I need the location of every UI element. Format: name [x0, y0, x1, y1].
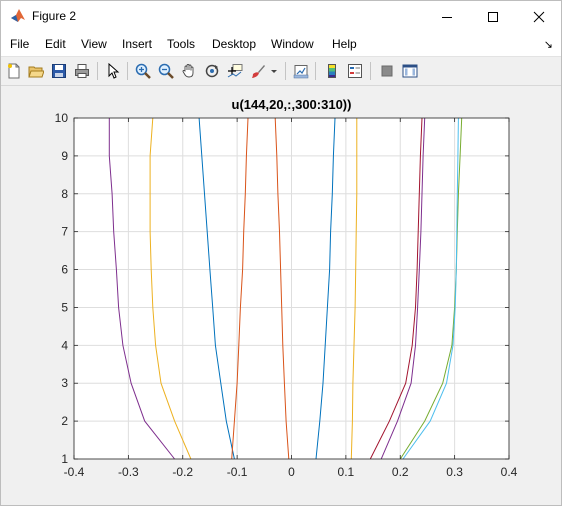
- y-tick-label: 9: [61, 149, 68, 163]
- figure-canvas[interactable]: -0.4 -0.3 -0.2 -0.1 0 0.1 0.2 0.3 0.4 1 2 3 4 5 6 7 8 9 10…: [1, 1, 561, 505]
- y-tick-label: 8: [61, 187, 68, 201]
- x-tick-label: -0.2: [172, 465, 193, 479]
- figure-window: Figure 2 File Edit View Insert Tools Des…: [0, 0, 562, 506]
- y-tick-label: 2: [61, 414, 68, 428]
- y-tick-label: 10: [55, 111, 69, 125]
- x-tick-label: -0.4: [64, 465, 85, 479]
- x-tick-label: 0.3: [446, 465, 463, 479]
- y-tick-label: 5: [61, 300, 68, 314]
- chart-title: u(144,20,:,300:310)): [232, 97, 352, 112]
- y-tick-label: 4: [61, 338, 68, 352]
- x-tick-label: 0: [288, 465, 295, 479]
- x-tick-label: -0.3: [118, 465, 139, 479]
- y-tick-label: 3: [61, 376, 68, 390]
- x-tick-label: 0.2: [392, 465, 409, 479]
- y-tick-label: 6: [61, 263, 68, 277]
- x-tick-label: 0.4: [501, 465, 518, 479]
- y-tick-label: 7: [61, 225, 68, 239]
- y-tick-label: 1: [61, 452, 68, 466]
- x-tick-label: -0.1: [227, 465, 248, 479]
- x-tick-label: 0.1: [338, 465, 355, 479]
